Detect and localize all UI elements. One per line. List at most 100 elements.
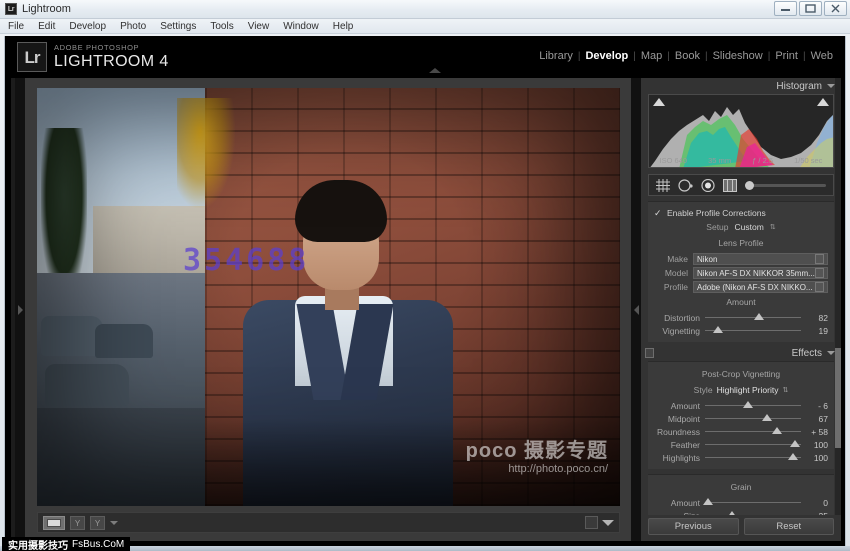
vignetting-row[interactable]: Vignetting 19 (648, 324, 834, 337)
module-print[interactable]: Print (775, 50, 798, 62)
crop-overlay-icon[interactable] (656, 178, 670, 192)
slider-knob[interactable] (762, 414, 773, 421)
enable-profile-corrections-row[interactable]: ✓ Enable Profile Corrections (648, 206, 834, 221)
chevron-down-icon[interactable] (827, 84, 835, 88)
grain-amount-row[interactable]: Amount 0 (648, 496, 834, 509)
effects-switch-icon[interactable] (645, 348, 654, 358)
module-develop[interactable]: Develop (585, 50, 628, 62)
module-library[interactable]: Library (539, 50, 573, 62)
vignette-midpoint-value: 67 (818, 413, 828, 424)
adjustment-brush-slider[interactable] (745, 180, 826, 190)
red-eye-icon[interactable] (701, 178, 715, 192)
chevron-down-icon[interactable] (827, 351, 835, 355)
right-panel-scrollbar[interactable] (835, 78, 841, 541)
menu-item-file[interactable]: File (8, 21, 24, 32)
updown-arrows-icon[interactable]: ⇅ (782, 386, 788, 394)
effects-panel-header[interactable]: Effects (641, 345, 841, 361)
histogram-panel-header[interactable]: Histogram (641, 78, 841, 94)
slider-knob[interactable] (753, 313, 764, 320)
setup-value[interactable]: Custom (735, 222, 764, 232)
distortion-row[interactable]: Distortion 82 (648, 311, 834, 324)
lens-make-dropdown[interactable]: Nikon (693, 253, 828, 265)
menu-item-help[interactable]: Help (333, 21, 354, 32)
distortion-label: Distortion (664, 312, 700, 323)
grain-amount-slider[interactable] (702, 498, 801, 505)
menu-item-settings[interactable]: Settings (160, 21, 196, 32)
vignette-style-row[interactable]: Style Highlight Priority ⇅ (648, 383, 834, 399)
application-window: Lr Lightroom File Edit Develop Photo Set… (0, 0, 850, 551)
dropdown-arrow-icon[interactable] (815, 268, 824, 278)
dropdown-arrow-icon[interactable] (815, 282, 824, 292)
menu-item-photo[interactable]: Photo (120, 21, 146, 32)
slider-knob[interactable] (745, 180, 754, 190)
module-book[interactable]: Book (675, 50, 700, 62)
menu-item-view[interactable]: View (248, 21, 270, 32)
identity-plate-text: ADOBE PHOTOSHOP LIGHTROOM 4 (54, 44, 169, 70)
vignette-roundness-row[interactable]: Roundness + 58 (648, 425, 834, 438)
previous-button[interactable]: Previous (648, 518, 739, 535)
image-canvas[interactable]: 354688 poco 摄影专题 http://photo.poco.cn/ Y… (25, 78, 631, 541)
menu-item-develop[interactable]: Develop (69, 21, 106, 32)
lens-model-dropdown[interactable]: Nikon AF-S DX NIKKOR 35mm... (693, 267, 828, 279)
shadow-clipping-indicator[interactable] (653, 98, 665, 106)
menu-item-tools[interactable]: Tools (210, 21, 233, 32)
slider-knob[interactable] (702, 498, 713, 505)
slider-knob[interactable] (713, 326, 724, 333)
setup-label: Setup (706, 222, 729, 232)
vignette-amount-slider[interactable] (705, 401, 801, 408)
checkbox-checked-icon[interactable]: ✓ (654, 209, 662, 218)
vignette-amount-row[interactable]: Amount - 6 (648, 399, 834, 412)
slider-knob[interactable] (743, 401, 754, 408)
lens-make-row[interactable]: Make Nikon (648, 252, 834, 266)
vignette-highlights-value: 100 (813, 452, 828, 463)
scrollbar-thumb[interactable] (835, 348, 841, 448)
lens-profile-dropdown[interactable]: Adobe (Nikon AF-S DX NIKKO... (693, 281, 828, 293)
vignette-highlights-slider[interactable] (705, 453, 801, 460)
identity-plate[interactable]: Lr ADOBE PHOTOSHOP LIGHTROOM 4 (17, 42, 169, 72)
loupe-view-icon[interactable] (43, 515, 65, 530)
updown-arrows-icon[interactable]: ⇅ (770, 223, 776, 231)
flag-filter-a[interactable]: Y (70, 515, 85, 530)
vignette-highlights-row[interactable]: Highlights 100 (648, 451, 834, 464)
spot-removal-icon[interactable] (678, 178, 693, 192)
vignette-feather-slider[interactable] (705, 440, 801, 447)
module-slideshow[interactable]: Slideshow (713, 50, 763, 62)
chevron-left-icon (633, 304, 639, 315)
minimize-button[interactable] (774, 1, 797, 16)
lens-model-row[interactable]: Model Nikon AF-S DX NIKKOR 35mm... (648, 266, 834, 280)
reset-button[interactable]: Reset (743, 518, 834, 535)
slider-knob[interactable] (790, 440, 801, 447)
vignette-midpoint-row[interactable]: Midpoint 67 (648, 412, 834, 425)
vignette-style-value[interactable]: Highlight Priority (717, 385, 779, 395)
chevron-down-icon[interactable] (110, 520, 118, 525)
vignette-roundness-slider[interactable] (705, 427, 801, 434)
toolbar-options-icon[interactable] (585, 516, 598, 529)
dropdown-arrow-icon[interactable] (815, 254, 824, 264)
flag-filter-b[interactable]: Y (90, 515, 105, 530)
distortion-slider[interactable] (705, 313, 801, 320)
vignetting-slider[interactable] (705, 326, 801, 333)
setup-row[interactable]: Setup Custom ⇅ (648, 221, 834, 235)
toolbar-right-group (585, 516, 614, 529)
menu-item-edit[interactable]: Edit (38, 21, 55, 32)
toolbar-caret-icon[interactable] (602, 519, 614, 526)
close-button[interactable] (824, 1, 847, 16)
graduated-filter-icon[interactable] (723, 178, 737, 192)
slider-knob[interactable] (788, 453, 799, 460)
slider-knob[interactable] (772, 427, 782, 434)
vignette-midpoint-slider[interactable] (705, 414, 801, 421)
module-web[interactable]: Web (811, 50, 833, 62)
highlight-clipping-indicator[interactable] (817, 98, 829, 106)
photo-preview[interactable]: 354688 poco 摄影专题 http://photo.poco.cn/ (37, 88, 620, 506)
module-map[interactable]: Map (641, 50, 662, 62)
histogram[interactable]: ISO 640 35 mm ƒ / 2.5 1/50 sec (648, 94, 834, 168)
menu-item-window[interactable]: Window (283, 21, 319, 32)
window-titlebar: Lr Lightroom (0, 0, 850, 19)
right-panel-toggle[interactable] (631, 78, 641, 541)
left-panel-toggle[interactable] (15, 78, 25, 541)
collapse-top-panel-arrow-icon[interactable] (429, 68, 441, 73)
maximize-button[interactable] (799, 1, 822, 16)
vignette-feather-row[interactable]: Feather 100 (648, 438, 834, 451)
lens-profile-row[interactable]: Profile Adobe (Nikon AF-S DX NIKKO... (648, 280, 834, 294)
module-picker: Library | Develop | Map | Book | Slidesh… (539, 50, 833, 62)
